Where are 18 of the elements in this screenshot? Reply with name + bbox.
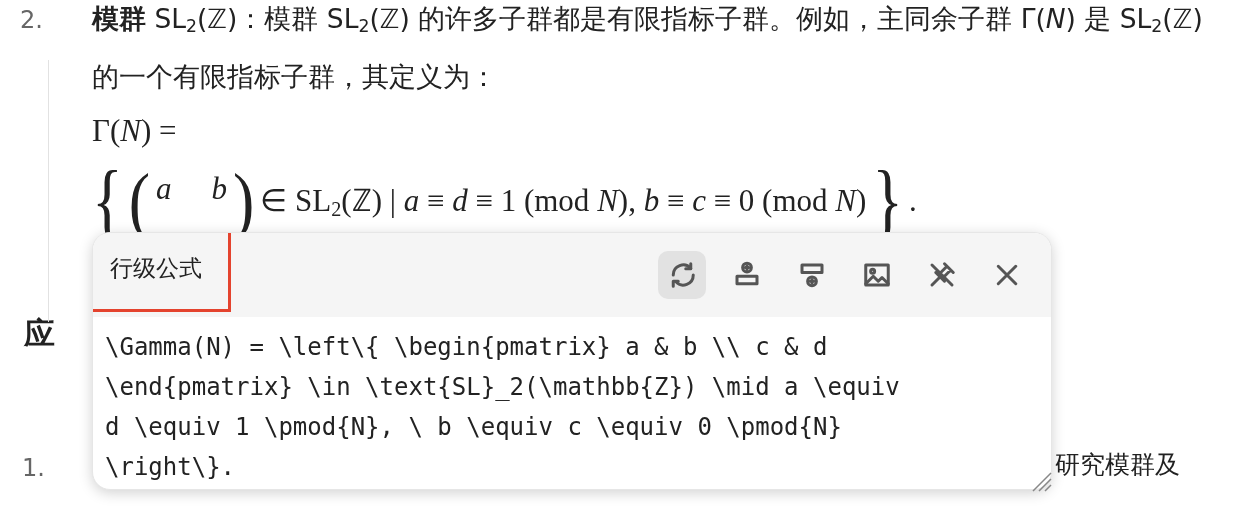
section-heading: 应 xyxy=(24,314,55,353)
matrix-entry: b xyxy=(211,170,228,208)
code-editor[interactable]: \Gamma(N) = \left\{ \begin{pmatrix} a & b \\ c & d \end{pmatrix} \in \text{SL}_2(\mathbb{Z}) \mid a \equiv d \equiv 1 \pmod{N}, \ b \equiv c \equiv 0 \pmod{N} \right\}. xyxy=(93,317,1051,489)
popup-title: 行级公式 xyxy=(93,233,231,312)
list-number: 2. xyxy=(19,5,44,36)
code-line: \right\}. xyxy=(105,452,237,483)
code-line: \end{pmatrix} \in \text{SL}_2(\mathbb{Z}) \mid a \equiv xyxy=(105,372,901,403)
formula-text: . xyxy=(909,181,917,220)
list-text: 研究模群及 xyxy=(1055,449,1180,481)
formula-text: Γ(N) = xyxy=(92,112,178,150)
resize-grip-icon[interactable] xyxy=(1030,469,1052,492)
list-number: 1. xyxy=(22,453,45,484)
paragraph: 模群 SL$_{2}$(ℤ)：模群 SL$_{2}$(ℤ) 的许多子群都是有限指标子群。例如，主同余子群 Γ(N) 是 SL$_{2}$(ℤ) 的一个有限指标子群，其定义为： xyxy=(92,2,1204,94)
refresh-button[interactable] xyxy=(658,251,706,299)
matrix-entry: a xyxy=(156,170,172,208)
code-line: d \equiv 1 \pmod{N}, \ b \equiv c \equiv 0 \pmod{N} xyxy=(105,412,843,443)
formula-text: ∈ SL$_{2}$(ℤ) | a ≡ d ≡ 1 (mod N), b ≡ c ≡ 0 (mod N) xyxy=(260,181,867,222)
code-line: \Gamma(N) = \left\{ \begin{pmatrix} a & b \\ c & d xyxy=(105,332,829,363)
